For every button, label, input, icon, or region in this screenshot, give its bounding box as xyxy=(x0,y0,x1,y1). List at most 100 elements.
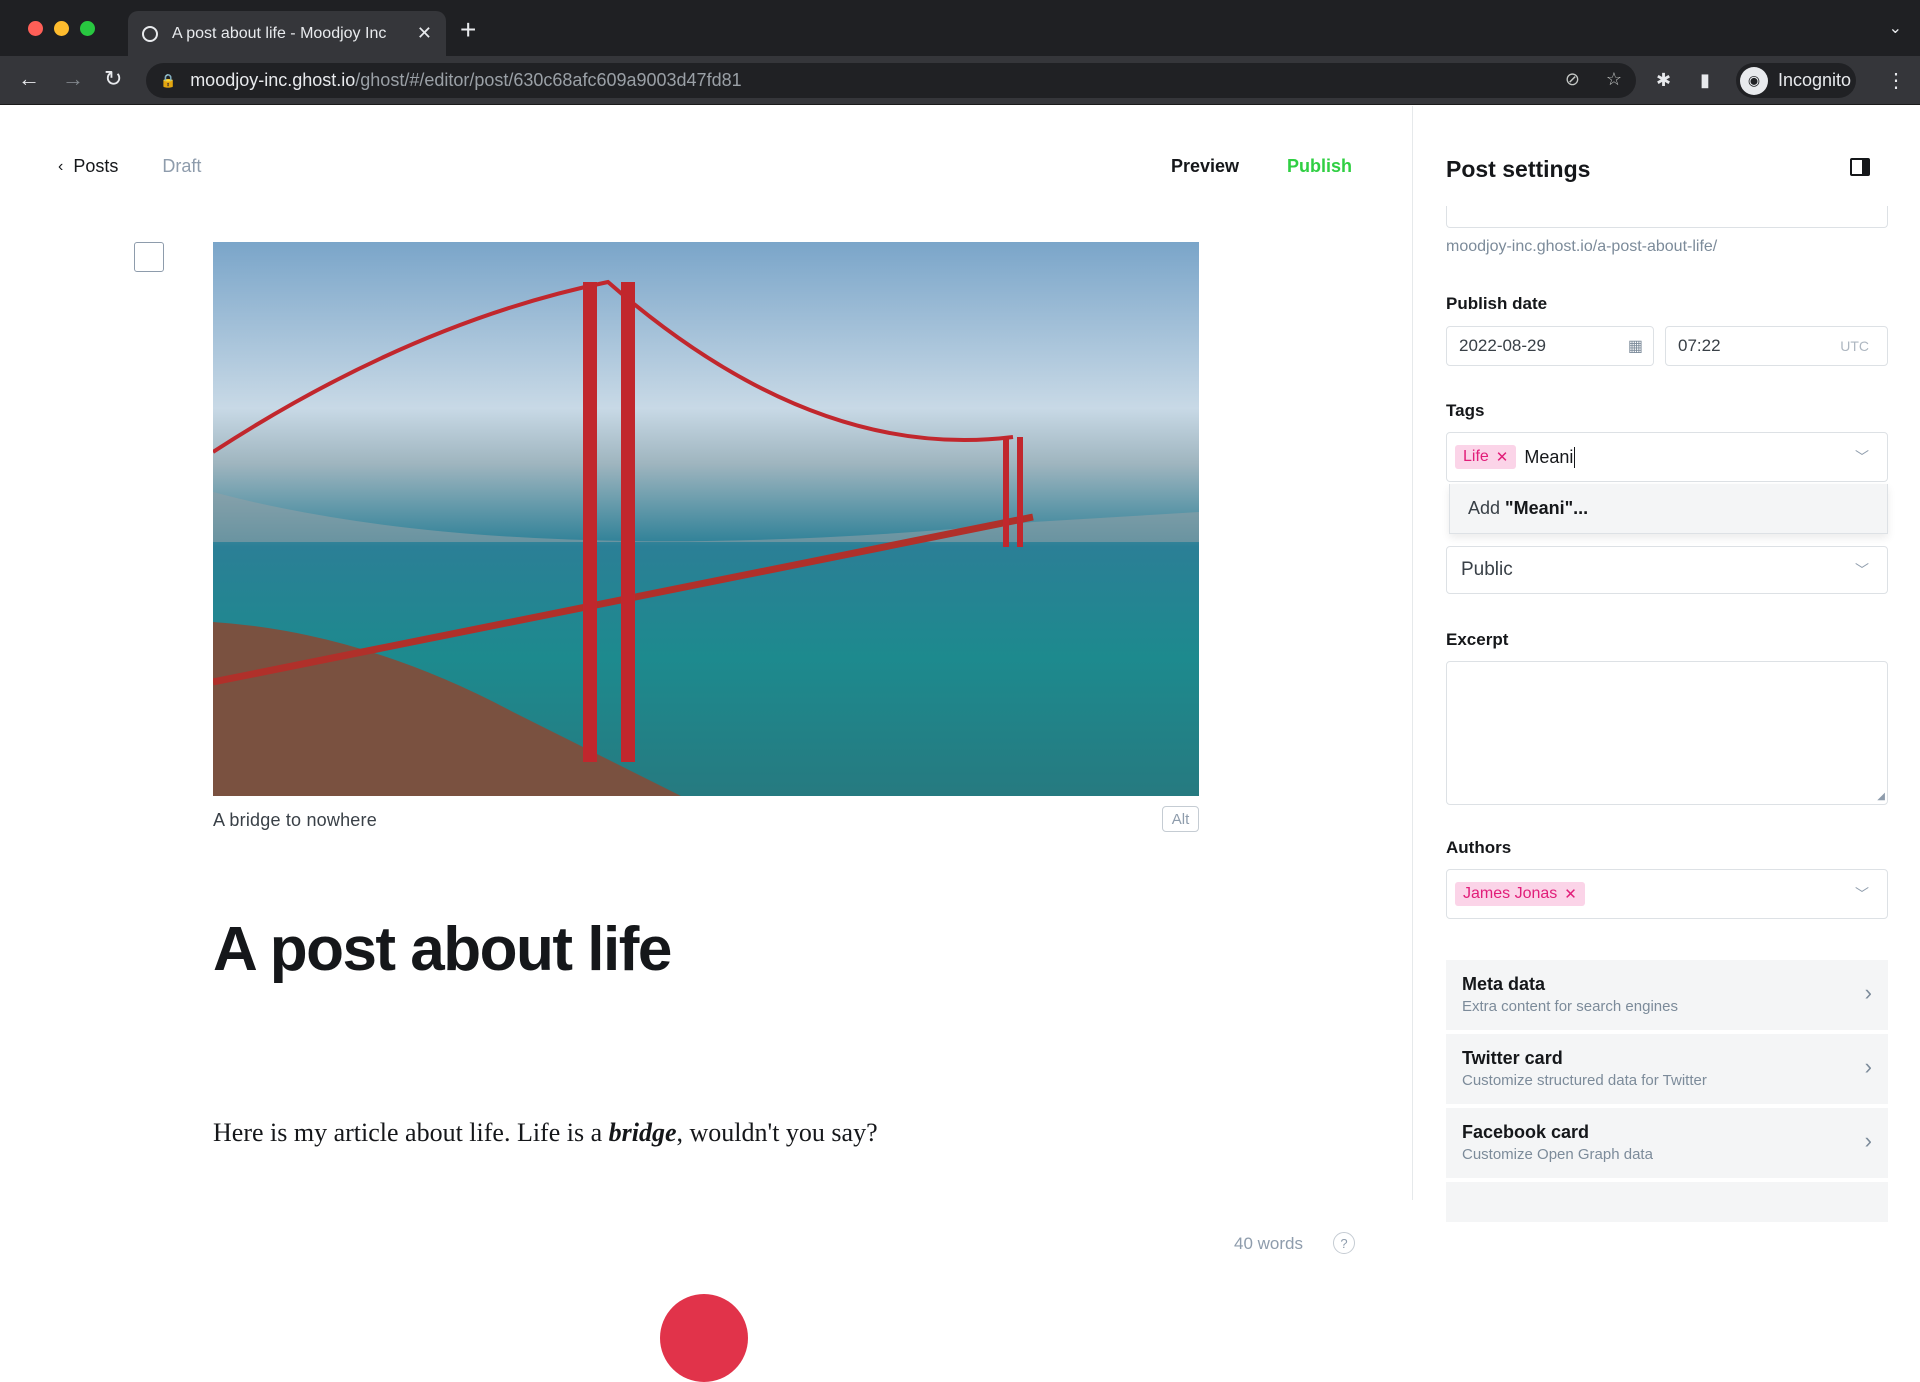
facebook-card-card[interactable]: Facebook card Customize Open Graph data … xyxy=(1446,1108,1888,1178)
resize-handle-icon[interactable]: ◢ xyxy=(1877,791,1885,802)
post-body[interactable]: Here is my article about life. Life is a… xyxy=(213,1118,878,1148)
calendar-icon[interactable]: ▦ xyxy=(1628,336,1643,356)
publish-date-label: Publish date xyxy=(1446,294,1548,313)
authors-input[interactable]: James Jonas ✕ ﹀ xyxy=(1446,869,1888,919)
profile-button[interactable]: ◉ Incognito xyxy=(1736,63,1856,98)
minimize-window-button[interactable] xyxy=(54,21,69,36)
body-text-end: , wouldn't you say? xyxy=(676,1118,878,1147)
posts-link[interactable]: Posts xyxy=(73,156,118,177)
tag-name: Life xyxy=(1463,448,1489,465)
settings-title: Post settings xyxy=(1446,156,1591,182)
chevron-down-icon[interactable]: ﹀ xyxy=(1855,560,1869,580)
tab-search-chevron-icon[interactable]: ⌄ xyxy=(1889,18,1902,38)
meta-data-card[interactable]: Meta data Extra content for search engin… xyxy=(1446,960,1888,1030)
chevron-left-icon[interactable]: ‹ xyxy=(58,158,63,176)
tag-search-text[interactable]: Meani xyxy=(1524,446,1576,468)
tags-label: Tags xyxy=(1446,401,1485,420)
word-count: 40 words xyxy=(1234,1234,1303,1253)
lock-icon: 🔒 xyxy=(160,72,177,88)
incognito-icon: ◉ xyxy=(1740,66,1768,95)
next-settings-card[interactable] xyxy=(1446,1182,1888,1222)
browser-tab-strip: A post about life - Moodjoy Inc ✕ + ⌄ xyxy=(0,0,1920,56)
body-emphasis: bridge xyxy=(608,1118,677,1147)
author-chip: James Jonas ✕ xyxy=(1455,882,1585,906)
close-window-button[interactable] xyxy=(28,21,43,36)
add-tag-term: "Meani"... xyxy=(1505,498,1589,518)
bridge-illustration xyxy=(213,279,1199,796)
forward-icon[interactable]: → xyxy=(62,66,84,92)
tag-chip: Life ✕ xyxy=(1455,445,1517,469)
close-tab-icon[interactable]: ✕ xyxy=(417,23,432,44)
browser-menu-icon[interactable]: ⋮ xyxy=(1886,68,1906,93)
embedded-card-image xyxy=(660,1294,748,1382)
post-editor: ‹ Posts Draft Preview Publish A bridge t… xyxy=(0,106,1412,1382)
editor-actions: Preview Publish xyxy=(1171,156,1352,177)
close-settings-icon[interactable] xyxy=(1850,158,1870,176)
time-value: 07:22 xyxy=(1678,336,1721,355)
tab-favicon-icon xyxy=(142,25,158,42)
tower-right-b xyxy=(1017,437,1023,547)
chevron-right-icon: › xyxy=(1864,1128,1872,1153)
alt-text-button[interactable]: Alt xyxy=(1162,806,1199,832)
card-title: Facebook card xyxy=(1462,1122,1590,1142)
url-host: moodjoy-inc.ghost.io xyxy=(190,70,356,90)
address-bar[interactable]: 🔒 moodjoy-inc.ghost.io /ghost/#/editor/p… xyxy=(146,63,1636,98)
new-tab-button[interactable]: + xyxy=(460,14,476,46)
chevron-right-icon: › xyxy=(1864,1054,1872,1079)
excerpt-textarea[interactable]: ◢ xyxy=(1446,661,1888,805)
chevron-right-icon: › xyxy=(1864,980,1872,1005)
preview-button[interactable]: Preview xyxy=(1171,156,1239,177)
profile-label: Incognito xyxy=(1778,70,1852,90)
twitter-card-card[interactable]: Twitter card Customize structured data f… xyxy=(1446,1034,1888,1104)
remove-author-icon[interactable]: ✕ xyxy=(1564,885,1577,903)
bookmark-star-icon[interactable]: ☆ xyxy=(1606,69,1622,90)
browser-tab[interactable]: A post about life - Moodjoy Inc ✕ xyxy=(128,11,446,56)
authors-label: Authors xyxy=(1446,838,1512,857)
remove-tag-icon[interactable]: ✕ xyxy=(1496,448,1509,466)
tab-title: A post about life - Moodjoy Inc xyxy=(172,24,387,42)
url-path: /ghost/#/editor/post/630c68afc609a9003d4… xyxy=(355,70,742,90)
chevron-down-icon[interactable]: ﹀ xyxy=(1855,884,1869,904)
post-title[interactable]: A post about life xyxy=(213,914,672,985)
post-status: Draft xyxy=(162,156,202,176)
extensions-puzzle-icon[interactable]: ✱ xyxy=(1656,70,1671,91)
post-url-input[interactable] xyxy=(1446,206,1888,228)
card-title: Twitter card xyxy=(1462,1048,1563,1068)
feature-image-icon[interactable] xyxy=(134,242,164,272)
tower-right-a xyxy=(1003,437,1009,547)
timezone-label: UTC xyxy=(1840,338,1869,354)
card-subtitle: Customize structured data for Twitter xyxy=(1462,1072,1707,1089)
browser-toolbar: ← → ↻ 🔒 moodjoy-inc.ghost.io /ghost/#/ed… xyxy=(0,56,1920,105)
eye-off-icon[interactable]: ⊘ xyxy=(1565,69,1580,90)
reload-icon[interactable]: ↻ xyxy=(104,66,122,92)
tags-input[interactable]: Life ✕ Meani ﹀ xyxy=(1446,432,1888,482)
image-caption[interactable]: A bridge to nowhere xyxy=(213,810,377,831)
excerpt-label: Excerpt xyxy=(1446,630,1509,649)
body-text: Here is my article about life. Life is a xyxy=(213,1118,609,1147)
side-panel-icon[interactable]: ▮ xyxy=(1700,70,1710,91)
far-hills xyxy=(213,492,1199,542)
suspension-cable xyxy=(213,279,1014,454)
tower-left-b xyxy=(621,282,635,762)
publish-date-input[interactable]: 2022-08-29 ▦ xyxy=(1446,326,1654,366)
help-icon[interactable]: ? xyxy=(1333,1232,1355,1254)
chevron-down-icon[interactable]: ﹀ xyxy=(1855,447,1869,467)
publish-button[interactable]: Publish xyxy=(1287,156,1352,177)
post-settings-panel: Post settings moodjoy-inc.ghost.io/a-pos… xyxy=(1412,106,1920,1222)
card-subtitle: Extra content for search engines xyxy=(1462,998,1678,1015)
publish-time-input[interactable]: 07:22 UTC xyxy=(1665,326,1888,366)
date-value: 2022-08-29 xyxy=(1459,336,1546,355)
visibility-select[interactable]: Public ﹀ xyxy=(1446,546,1888,594)
visibility-value: Public xyxy=(1461,559,1513,580)
card-subtitle: Customize Open Graph data xyxy=(1462,1146,1653,1163)
add-tag-prefix: Add xyxy=(1468,498,1501,518)
post-url-preview: moodjoy-inc.ghost.io/a-post-about-life/ xyxy=(1446,238,1718,255)
add-tag-option[interactable]: Add "Meani"... xyxy=(1449,484,1888,534)
feature-image[interactable] xyxy=(213,242,1199,796)
author-name: James Jonas xyxy=(1463,885,1558,902)
back-icon[interactable]: ← xyxy=(18,66,40,92)
card-title: Meta data xyxy=(1462,974,1546,994)
tower-left-a xyxy=(583,282,597,762)
editor-breadcrumb: ‹ Posts Draft xyxy=(58,156,201,177)
zoom-window-button[interactable] xyxy=(80,21,95,36)
